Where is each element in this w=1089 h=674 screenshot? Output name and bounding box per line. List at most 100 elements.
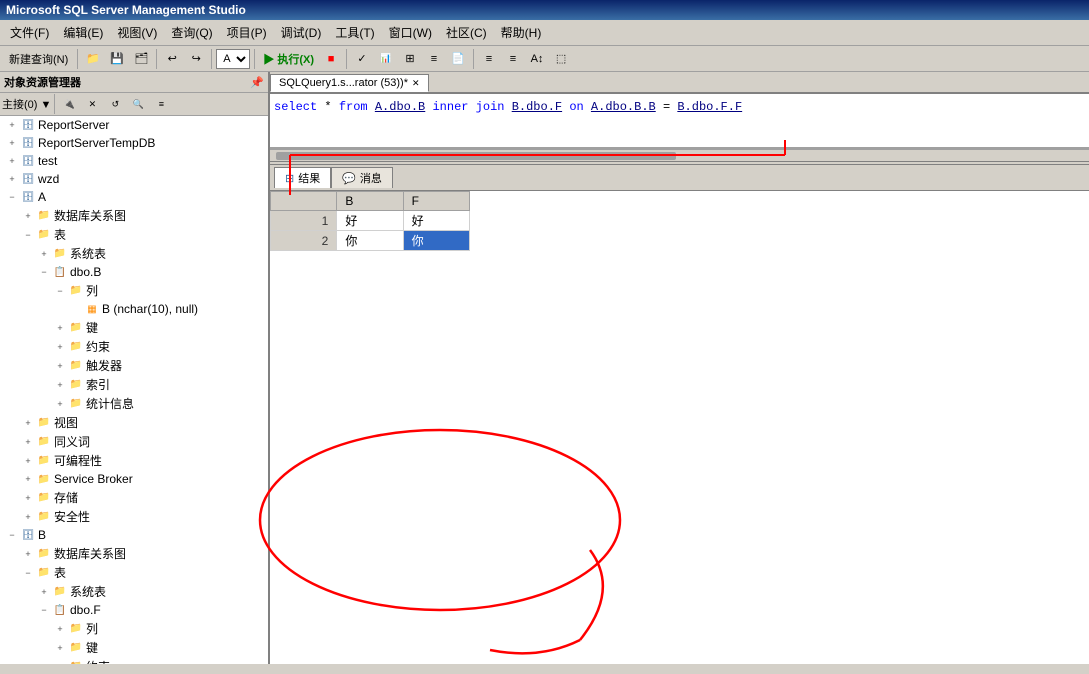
oe-connect-button[interactable]: 🔌 (58, 94, 80, 114)
expand-icon[interactable]: + (52, 396, 68, 412)
tree-item-dbdiagramB[interactable]: + 📁 数据库关系图 (0, 544, 268, 563)
tree-item-synonyms[interactable]: + 📁 同义词 (0, 432, 268, 451)
query-tab[interactable]: SQLQuery1.s...rator (53))* ✕ (270, 74, 429, 92)
tree-item-B-db[interactable]: − 🗄 B (0, 526, 268, 544)
tree-item-dbdiagram[interactable]: + 📁 数据库关系图 (0, 206, 268, 225)
expand-icon[interactable]: + (52, 621, 68, 637)
stop-button[interactable]: ■ (320, 49, 342, 69)
tree-item-storage[interactable]: + 📁 存储 (0, 488, 268, 507)
expand-icon[interactable]: + (52, 659, 68, 665)
expand-icon[interactable]: + (20, 208, 36, 224)
menu-debug[interactable]: 调试(D) (275, 22, 328, 43)
results-tab-messages[interactable]: 💬 消息 (331, 167, 393, 188)
expand-icon[interactable]: + (52, 339, 68, 355)
expand-icon[interactable]: + (52, 377, 68, 393)
tree-item-constraints[interactable]: + 📁 约束 (0, 337, 268, 356)
expand-icon[interactable]: + (20, 546, 36, 562)
tree-item-tablesB[interactable]: − 📁 表 (0, 563, 268, 582)
toolbar-btn-extra2[interactable]: ≡ (502, 49, 524, 69)
tree-item-A[interactable]: − 🗄 A (0, 188, 268, 206)
tree-item-tables[interactable]: − 📁 表 (0, 225, 268, 244)
oe-summary-button[interactable]: ≡ (150, 94, 172, 114)
expand-icon[interactable]: + (36, 584, 52, 600)
tree-item-reportservertempdb[interactable]: + 🗄 ReportServerTempDB (0, 134, 268, 152)
tree-item-test[interactable]: + 🗄 test (0, 152, 268, 170)
expand-icon[interactable]: − (20, 227, 36, 243)
execute-button[interactable]: ▶ 执行(X) (259, 49, 318, 69)
tree-item-indexes[interactable]: + 📁 索引 (0, 375, 268, 394)
tree-item-colsF[interactable]: + 📁 列 (0, 619, 268, 638)
expand-icon[interactable]: + (36, 246, 52, 262)
tree-item-systables[interactable]: + 📁 系统表 (0, 244, 268, 263)
oe-pin-icon[interactable]: 📌 (250, 76, 264, 89)
results-grid-button[interactable]: ⊞ (399, 49, 421, 69)
menu-edit[interactable]: 编辑(E) (57, 22, 109, 43)
expand-icon[interactable]: + (52, 320, 68, 336)
results-file-button[interactable]: 📄 (447, 49, 469, 69)
oe-filter-label[interactable]: 主接(0) ▼ (2, 96, 51, 112)
tree-item-cols[interactable]: − 📁 列 (0, 281, 268, 300)
expand-icon[interactable]: − (20, 565, 36, 581)
toolbar-btn-extra4[interactable]: ⬚ (550, 49, 572, 69)
menu-tools[interactable]: 工具(T) (329, 22, 380, 43)
expand-icon[interactable]: + (20, 509, 36, 525)
menu-query[interactable]: 查询(Q) (165, 22, 218, 43)
tree-item-stats[interactable]: + 📁 统计信息 (0, 394, 268, 413)
h-scrollbar[interactable] (270, 149, 1089, 161)
oe-filter-button[interactable]: 🔍 (127, 94, 149, 114)
oe-disconnect-button[interactable]: ✕ (81, 94, 103, 114)
menu-window[interactable]: 窗口(W) (383, 22, 438, 43)
display-plan-button[interactable]: 📊 (375, 49, 397, 69)
save-all-button[interactable]: 🗂 (130, 49, 152, 69)
tree-item-triggers[interactable]: + 📁 触发器 (0, 356, 268, 375)
expand-icon[interactable]: + (20, 415, 36, 431)
tree-item-keys[interactable]: + 📁 键 (0, 318, 268, 337)
menu-community[interactable]: 社区(C) (440, 22, 493, 43)
close-tab-icon[interactable]: ✕ (412, 78, 420, 89)
expand-icon[interactable]: + (52, 640, 68, 656)
results-tab-results[interactable]: ⊞ 结果 (274, 167, 331, 188)
expand-icon[interactable]: − (52, 283, 68, 299)
menu-file[interactable]: 文件(F) (4, 22, 55, 43)
cell-B-2[interactable]: 你 (337, 231, 403, 251)
cell-F-1[interactable]: 好 (403, 211, 469, 231)
menu-project[interactable]: 项目(P) (221, 22, 273, 43)
tree-item-reportserver[interactable]: + 🗄 ReportServer (0, 116, 268, 134)
expand-icon[interactable]: + (4, 135, 20, 151)
save-button[interactable]: 💾 (106, 49, 128, 69)
query-editor[interactable]: select * from A.dbo.B inner join B.dbo.F… (270, 94, 1089, 149)
tree-item-dboB[interactable]: − 📋 dbo.B (0, 263, 268, 281)
tree-item-service-broker[interactable]: + 📁 Service Broker (0, 470, 268, 488)
tree-item-constraintsF[interactable]: + 📁 约束 (0, 657, 268, 664)
tree-item-wzd[interactable]: + 🗄 wzd (0, 170, 268, 188)
expand-icon[interactable]: + (20, 471, 36, 487)
expand-icon[interactable]: − (4, 527, 20, 543)
tree-item-keysF[interactable]: + 📁 键 (0, 638, 268, 657)
expand-icon[interactable]: + (4, 171, 20, 187)
tree-item-programmability[interactable]: + 📁 可编程性 (0, 451, 268, 470)
cell-B-1[interactable]: 好 (337, 211, 403, 231)
toolbar-btn-extra1[interactable]: ≡ (478, 49, 500, 69)
oe-refresh-button[interactable]: ↺ (104, 94, 126, 114)
menu-help[interactable]: 帮助(H) (495, 22, 548, 43)
new-query-button[interactable]: 新建查询(N) (4, 49, 73, 69)
expand-icon[interactable]: + (4, 153, 20, 169)
h-scrollbar-thumb[interactable] (276, 152, 676, 160)
expand-icon[interactable]: + (4, 117, 20, 133)
tree-item-dboF[interactable]: − 📋 dbo.F (0, 601, 268, 619)
expand-icon[interactable]: + (20, 490, 36, 506)
expand-icon[interactable]: − (36, 602, 52, 618)
database-combo[interactable]: A (216, 49, 250, 69)
tree-item-colB[interactable]: ▦ B (nchar(10), null) (0, 300, 268, 318)
expand-icon[interactable]: + (20, 434, 36, 450)
tree-item-views[interactable]: + 📁 视图 (0, 413, 268, 432)
expand-icon[interactable]: − (4, 189, 20, 205)
expand-icon[interactable]: − (36, 264, 52, 280)
expand-icon[interactable]: + (20, 453, 36, 469)
expand-icon[interactable]: + (52, 358, 68, 374)
menu-view[interactable]: 视图(V) (111, 22, 163, 43)
open-file-button[interactable]: 📁 (82, 49, 104, 69)
results-text-button[interactable]: ≡ (423, 49, 445, 69)
toolbar-btn-extra3[interactable]: A↕ (526, 49, 548, 69)
cell-F-2[interactable]: 你 (403, 231, 469, 251)
